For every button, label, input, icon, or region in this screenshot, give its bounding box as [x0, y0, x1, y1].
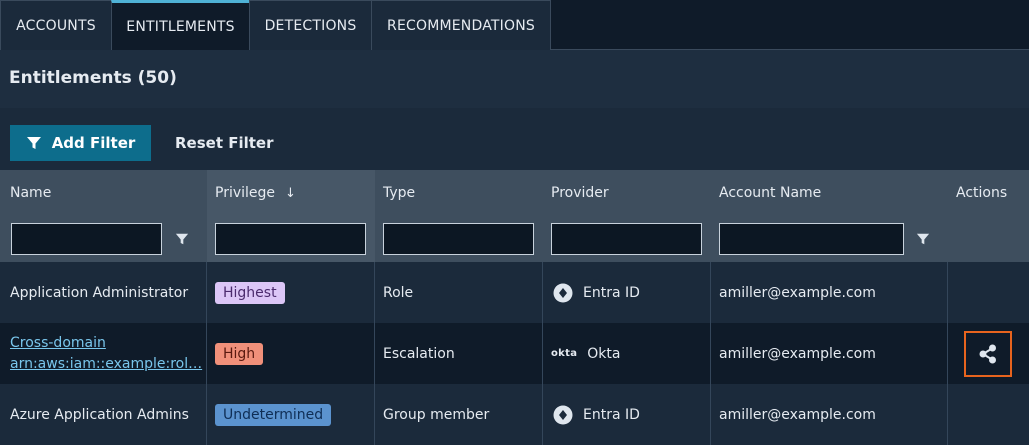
tab-recommendations[interactable]: RECOMMENDATIONS [371, 0, 551, 50]
privilege-cell: High [215, 323, 264, 384]
column-divider [206, 262, 207, 445]
provider-filter-input[interactable] [551, 223, 702, 255]
share-icon [979, 344, 996, 364]
column-header-account-name[interactable]: Account Name [719, 185, 821, 201]
provider-cell: okta Okta [551, 323, 620, 384]
type-cell: Role [383, 284, 414, 301]
privilege-badge: Highest [215, 281, 285, 304]
entitlement-name-line1[interactable]: Cross-domain [10, 333, 106, 354]
column-divider [542, 262, 543, 445]
name-filter-input[interactable] [11, 223, 162, 255]
privilege-cell: Undetermined [215, 384, 332, 445]
entra-id-icon [553, 405, 573, 425]
tab-accounts[interactable]: ACCOUNTS [0, 0, 112, 50]
column-divider [947, 262, 948, 445]
column-header-privilege-label: Privilege [215, 185, 276, 201]
privilege-badge: Undetermined [215, 403, 332, 426]
column-header-type[interactable]: Type [383, 185, 415, 201]
provider-name: Entra ID [583, 406, 640, 423]
column-header-privilege[interactable]: Privilege ↓ [215, 185, 296, 201]
tab-accounts-label: ACCOUNTS [16, 17, 96, 34]
provider-name: Entra ID [583, 284, 640, 301]
column-header-provider[interactable]: Provider [551, 185, 609, 201]
page-title: Entitlements (50) [9, 68, 177, 88]
add-filter-button[interactable]: Add Filter [10, 125, 151, 161]
entra-id-icon [553, 283, 573, 303]
name-column-filter-icon[interactable] [175, 232, 189, 246]
tab-detections[interactable]: DETECTIONS [249, 0, 372, 50]
entitlement-name-line2[interactable]: arn:aws:iam::example:rol… [10, 354, 202, 375]
column-header-actions: Actions [956, 185, 1008, 201]
provider-cell: Entra ID [553, 384, 640, 445]
privilege-badge: High [215, 342, 264, 365]
privilege-cell: Highest [215, 262, 285, 323]
entitlement-name-link[interactable]: Cross-domain arn:aws:iam::example:rol… [10, 323, 202, 384]
tab-detections-label: DETECTIONS [264, 17, 357, 34]
privilege-filter-input[interactable] [215, 223, 366, 255]
okta-logo-icon: okta [551, 348, 578, 359]
column-header-name[interactable]: Name [10, 185, 51, 201]
entitlement-name: Application Administrator [10, 284, 189, 301]
provider-name: Okta [587, 345, 621, 362]
share-action-button[interactable] [964, 331, 1012, 377]
type-cell: Escalation [383, 345, 455, 362]
type-cell: Group member [383, 406, 490, 423]
account-name-cell: amiller@example.com [719, 284, 876, 301]
tab-bar: ACCOUNTS ENTITLEMENTS DETECTIONS RECOMME… [0, 0, 1029, 50]
account-name-cell: amiller@example.com [719, 406, 876, 423]
add-filter-label: Add Filter [51, 134, 136, 152]
column-divider [374, 262, 375, 445]
account-name-cell: amiller@example.com [719, 345, 876, 362]
account-column-filter-icon[interactable] [916, 232, 930, 246]
account-name-filter-input[interactable] [719, 223, 904, 255]
provider-cell: Entra ID [553, 262, 640, 323]
tab-entitlements-label: ENTITLEMENTS [126, 18, 235, 35]
tab-entitlements[interactable]: ENTITLEMENTS [111, 0, 250, 50]
entitlement-name: Azure Application Admins [10, 406, 189, 423]
type-filter-input[interactable] [383, 223, 534, 255]
funnel-icon [26, 137, 41, 149]
tab-recommendations-label: RECOMMENDATIONS [387, 17, 535, 34]
sort-arrow-down-icon: ↓ [285, 186, 296, 201]
reset-filter-button[interactable]: Reset Filter [175, 125, 274, 161]
column-divider [710, 262, 711, 445]
